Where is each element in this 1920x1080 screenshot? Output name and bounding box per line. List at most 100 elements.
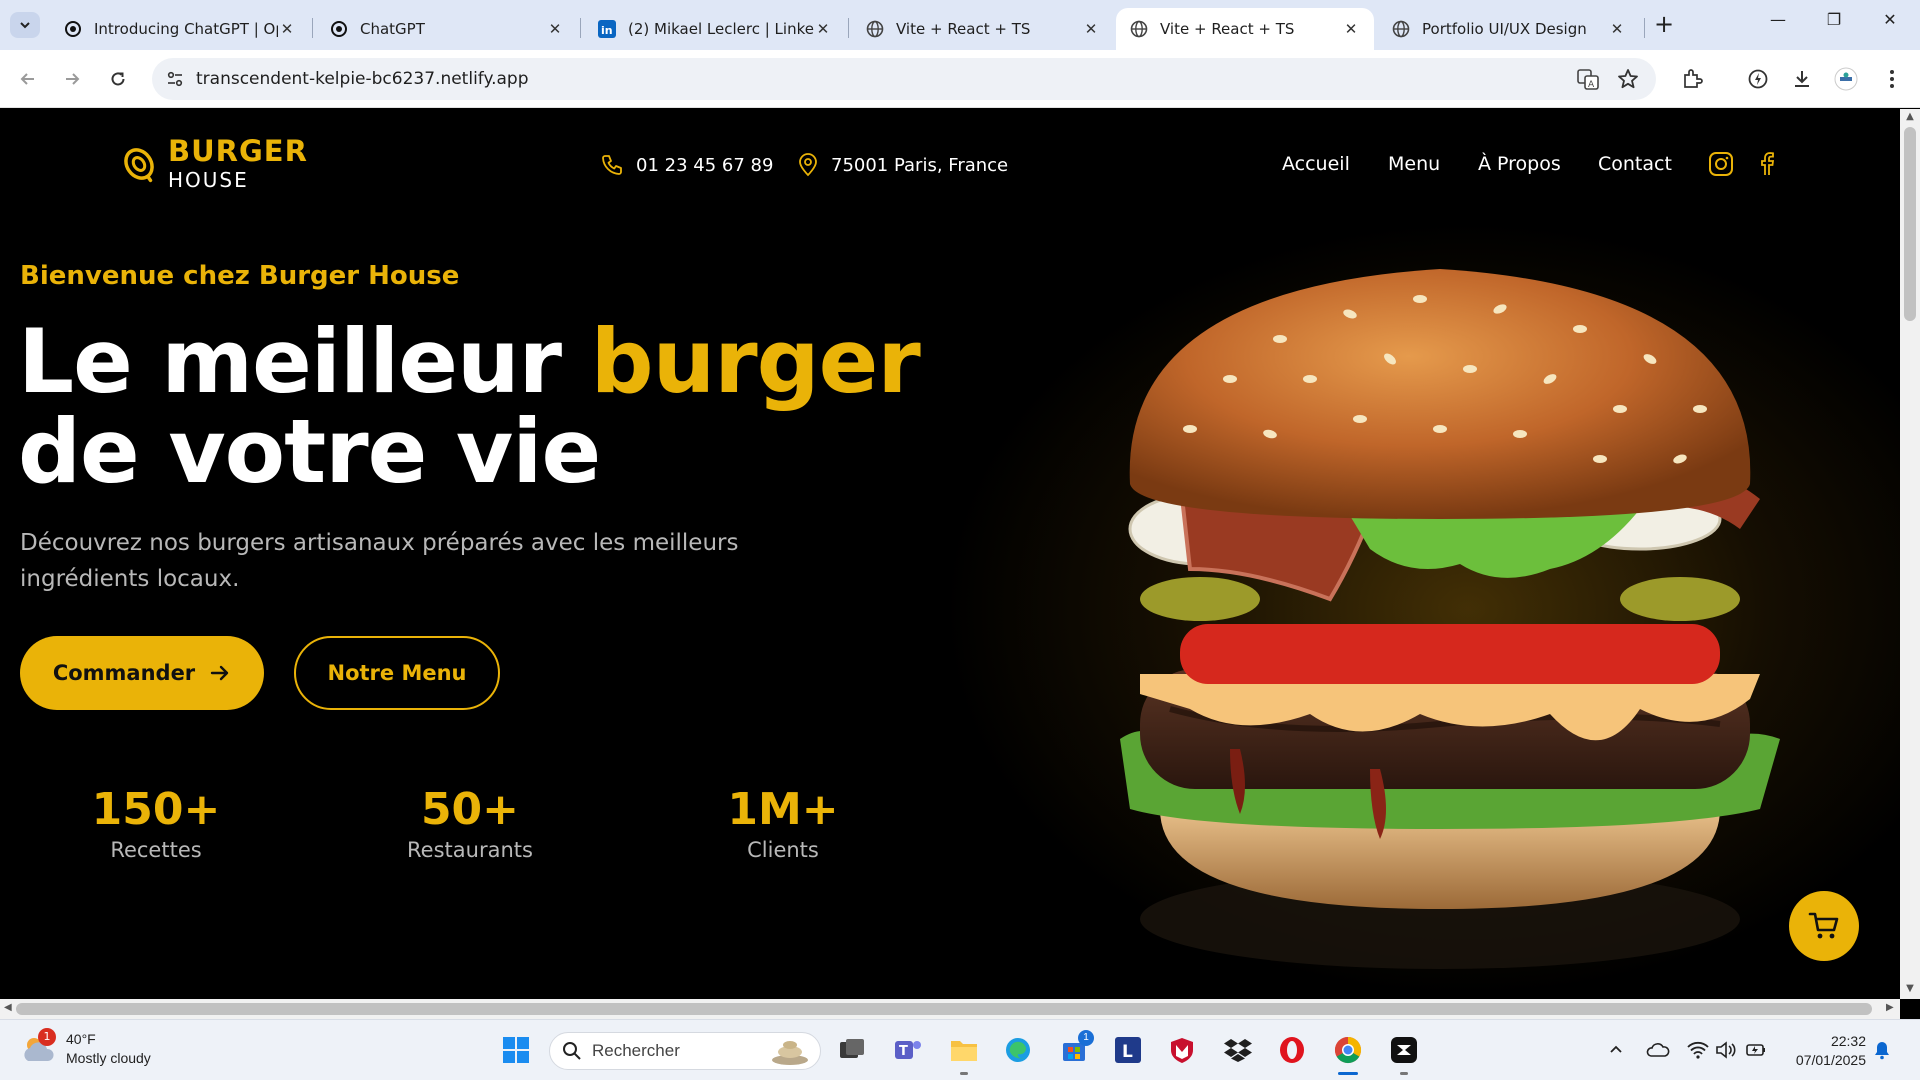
battery-charging-icon[interactable]	[1744, 1038, 1768, 1062]
show-hidden-icons-chevron-up-icon[interactable]	[1604, 1038, 1628, 1062]
scroll-right-icon[interactable]: ▶	[1886, 1002, 1894, 1013]
tab-title: Introducing ChatGPT | Ope	[94, 20, 278, 38]
menu-button-label: Notre Menu	[327, 661, 467, 685]
phone-number: 01 23 45 67 89	[636, 154, 774, 176]
opera-icon[interactable]	[1276, 1034, 1308, 1066]
scrollbar-thumb[interactable]	[1904, 127, 1916, 321]
instagram-icon[interactable]	[1708, 151, 1734, 177]
openai-icon	[330, 20, 348, 38]
task-view-icon[interactable]	[836, 1034, 868, 1066]
cart-button[interactable]	[1789, 891, 1859, 961]
close-tab-icon[interactable]: ✕	[1342, 20, 1360, 38]
headline-part1: Le meilleur	[18, 310, 591, 413]
extensions-icon[interactable]	[1678, 65, 1706, 93]
restore-button[interactable]: ❐	[1810, 10, 1858, 38]
order-button[interactable]: Commander	[20, 636, 264, 710]
profile-avatar-icon[interactable]	[1832, 65, 1860, 93]
search-placeholder: Rechercher	[592, 1041, 680, 1060]
windows-start-icon[interactable]	[500, 1034, 532, 1066]
minimize-button[interactable]: —	[1754, 10, 1802, 38]
dropbox-icon[interactable]	[1222, 1034, 1254, 1066]
teams-icon[interactable]: T	[892, 1034, 924, 1066]
new-tab-button[interactable]: +	[1650, 12, 1678, 38]
chrome-icon[interactable]	[1332, 1034, 1364, 1066]
tab-divider	[1644, 18, 1645, 38]
address-text: 75001 Paris, France	[831, 154, 1009, 176]
translate-icon[interactable]: A	[1574, 65, 1602, 93]
nav-link-a-propos[interactable]: À Propos	[1478, 153, 1561, 175]
scrollbar-thumb[interactable]	[16, 1003, 1872, 1015]
taskbar-search[interactable]: Rechercher	[549, 1032, 821, 1070]
nav-link-accueil[interactable]: Accueil	[1282, 153, 1350, 175]
site-logo[interactable]: BURGER HOUSE	[118, 135, 308, 193]
weather-condition: Mostly cloudy	[66, 1050, 151, 1066]
microsoft-store-icon[interactable]: 1	[1058, 1030, 1094, 1066]
tab-divider	[848, 18, 849, 38]
capcut-icon[interactable]	[1388, 1034, 1420, 1066]
stat-label: Clients	[747, 838, 819, 862]
menu-button[interactable]: Notre Menu	[294, 636, 500, 710]
nav-link-contact[interactable]: Contact	[1598, 153, 1672, 175]
browser-tab[interactable]: Introducing ChatGPT | Ope ✕	[50, 8, 310, 50]
arrow-right-icon	[66, 73, 80, 85]
order-button-label: Commander	[52, 661, 196, 685]
back-button[interactable]	[14, 65, 42, 93]
header-address[interactable]: 75001 Paris, France	[797, 153, 1008, 177]
mcafee-icon[interactable]	[1166, 1034, 1198, 1066]
close-window-button[interactable]: ✕	[1866, 10, 1914, 38]
edge-icon[interactable]	[1002, 1034, 1034, 1066]
close-tab-icon[interactable]: ✕	[546, 20, 564, 38]
store-badge: 1	[1078, 1030, 1094, 1046]
stat-restaurants: 50+ Restaurants	[370, 785, 570, 865]
close-tab-icon[interactable]: ✕	[278, 20, 296, 38]
performance-icon[interactable]	[1744, 65, 1772, 93]
address-bar[interactable]: transcendent-kelpie-bc6237.netlify.app	[152, 58, 1656, 100]
website-page: BURGER HOUSE 01 23 45 67 89 75001 Paris,…	[0, 109, 1900, 999]
horizontal-scrollbar[interactable]: ◀ ▶	[0, 999, 1900, 1019]
weather-badge: 1	[38, 1028, 56, 1046]
download-icon[interactable]	[1788, 65, 1816, 93]
chevron-down-icon	[20, 22, 30, 29]
bookmark-star-icon[interactable]	[1614, 65, 1642, 93]
weather-widget[interactable]: 1 40°F Mostly cloudy	[20, 1028, 151, 1068]
system-clock[interactable]: 22:32 07/01/2025	[1782, 1032, 1866, 1070]
header-phone[interactable]: 01 23 45 67 89	[600, 153, 773, 177]
app-l-icon[interactable]: L	[1112, 1034, 1144, 1066]
nav-link-menu[interactable]: Menu	[1388, 153, 1440, 175]
clock-date: 07/01/2025	[1795, 1052, 1866, 1068]
openai-icon	[64, 20, 82, 38]
linkedin-icon: in	[598, 20, 616, 38]
notifications-bell-icon[interactable]	[1870, 1038, 1894, 1062]
forward-button[interactable]	[58, 65, 86, 93]
scroll-up-icon[interactable]: ▲	[1904, 111, 1916, 122]
wifi-icon[interactable]	[1686, 1038, 1710, 1062]
windows-taskbar: 1 40°F Mostly cloudy Rechercher T 1 L 22…	[0, 1019, 1920, 1080]
vertical-scrollbar[interactable]: ▲ ▼	[1900, 109, 1920, 999]
facebook-icon[interactable]	[1754, 151, 1780, 177]
browser-tab[interactable]: Vite + React + TS ✕	[852, 8, 1114, 50]
site-info-icon[interactable]	[162, 66, 188, 92]
close-tab-icon[interactable]: ✕	[1082, 20, 1100, 38]
reload-icon	[111, 72, 125, 86]
browser-menu-icon[interactable]	[1878, 65, 1906, 93]
browser-tab-active[interactable]: Vite + React + TS ✕	[1116, 8, 1374, 50]
reload-button[interactable]	[104, 65, 132, 93]
onedrive-cloud-icon[interactable]	[1646, 1038, 1670, 1062]
svg-text:A: A	[1588, 80, 1595, 90]
close-tab-icon[interactable]: ✕	[1608, 20, 1626, 38]
burger-logo-icon	[124, 148, 154, 183]
tab-search-button[interactable]	[10, 12, 40, 38]
browser-tab-strip: Introducing ChatGPT | Ope ✕ ChatGPT ✕ in…	[0, 0, 1920, 50]
browser-tab[interactable]: Portfolio UI/UX Design ✕	[1378, 8, 1640, 50]
close-tab-icon[interactable]: ✕	[814, 20, 832, 38]
brand-subname: HOUSE	[168, 168, 249, 192]
stat-value: 150+	[91, 784, 221, 835]
browser-tab[interactable]: ChatGPT ✕	[316, 8, 578, 50]
browser-tab[interactable]: in (2) Mikael Leclerc | LinkedIn ✕	[584, 8, 846, 50]
volume-icon[interactable]	[1714, 1038, 1738, 1062]
tab-divider	[312, 18, 313, 38]
file-explorer-icon[interactable]	[948, 1034, 980, 1066]
scroll-down-icon[interactable]: ▼	[1904, 983, 1916, 994]
running-indicator	[960, 1072, 968, 1075]
scroll-left-icon[interactable]: ◀	[4, 1002, 12, 1013]
